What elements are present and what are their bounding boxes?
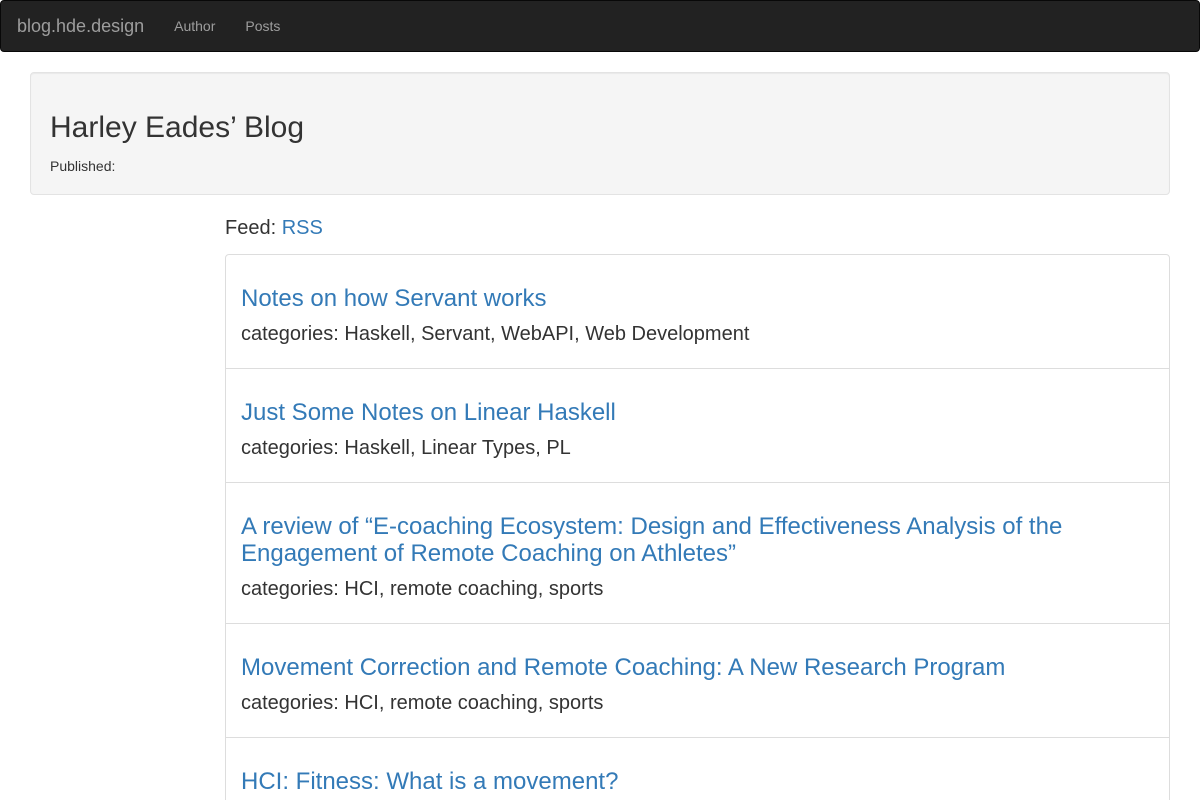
feed-line: Feed: RSS [225, 217, 323, 240]
post-list-item: HCI: Fitness: What is a movement? [225, 737, 1170, 800]
post-categories: categories: Haskell, Servant, WebAPI, We… [241, 323, 750, 345]
post-title-link[interactable]: Just Some Notes on Linear Haskell [241, 399, 1154, 426]
post-title-link[interactable]: Movement Correction and Remote Coaching:… [241, 654, 1154, 681]
post-list-item: Just Some Notes on Linear Haskell catego… [225, 368, 1170, 483]
post-categories: categories: Haskell, Linear Types, PL [241, 437, 571, 459]
post-title-link[interactable]: HCI: Fitness: What is a movement? [241, 768, 1154, 795]
post-list-item: A review of “E-coaching Ecosystem: Desig… [225, 482, 1170, 624]
feed-label: Feed: [225, 217, 282, 239]
rss-link[interactable]: RSS [282, 217, 323, 239]
post-title-link[interactable]: Notes on how Servant works [241, 285, 1154, 312]
post-title-link[interactable]: A review of “E-coaching Ecosystem: Desig… [241, 513, 1154, 567]
post-list: Notes on how Servant works categories: H… [225, 254, 1170, 800]
blog-header: Harley Eades’ Blog Published: [30, 72, 1170, 195]
post-categories: categories: HCI, remote coaching, sports [241, 578, 604, 600]
post-list-item: Notes on how Servant works categories: H… [225, 254, 1170, 369]
top-navbar: blog.hde.design Author Posts [0, 0, 1200, 52]
page-title: Harley Eades’ Blog [50, 111, 305, 144]
site-brand-link[interactable]: blog.hde.design [17, 16, 144, 37]
published-label: Published: [50, 158, 116, 174]
post-categories: categories: HCI, remote coaching, sports [241, 692, 604, 714]
post-list-item: Movement Correction and Remote Coaching:… [225, 623, 1170, 738]
nav-link-posts[interactable]: Posts [245, 18, 280, 34]
nav-link-author[interactable]: Author [174, 18, 215, 34]
